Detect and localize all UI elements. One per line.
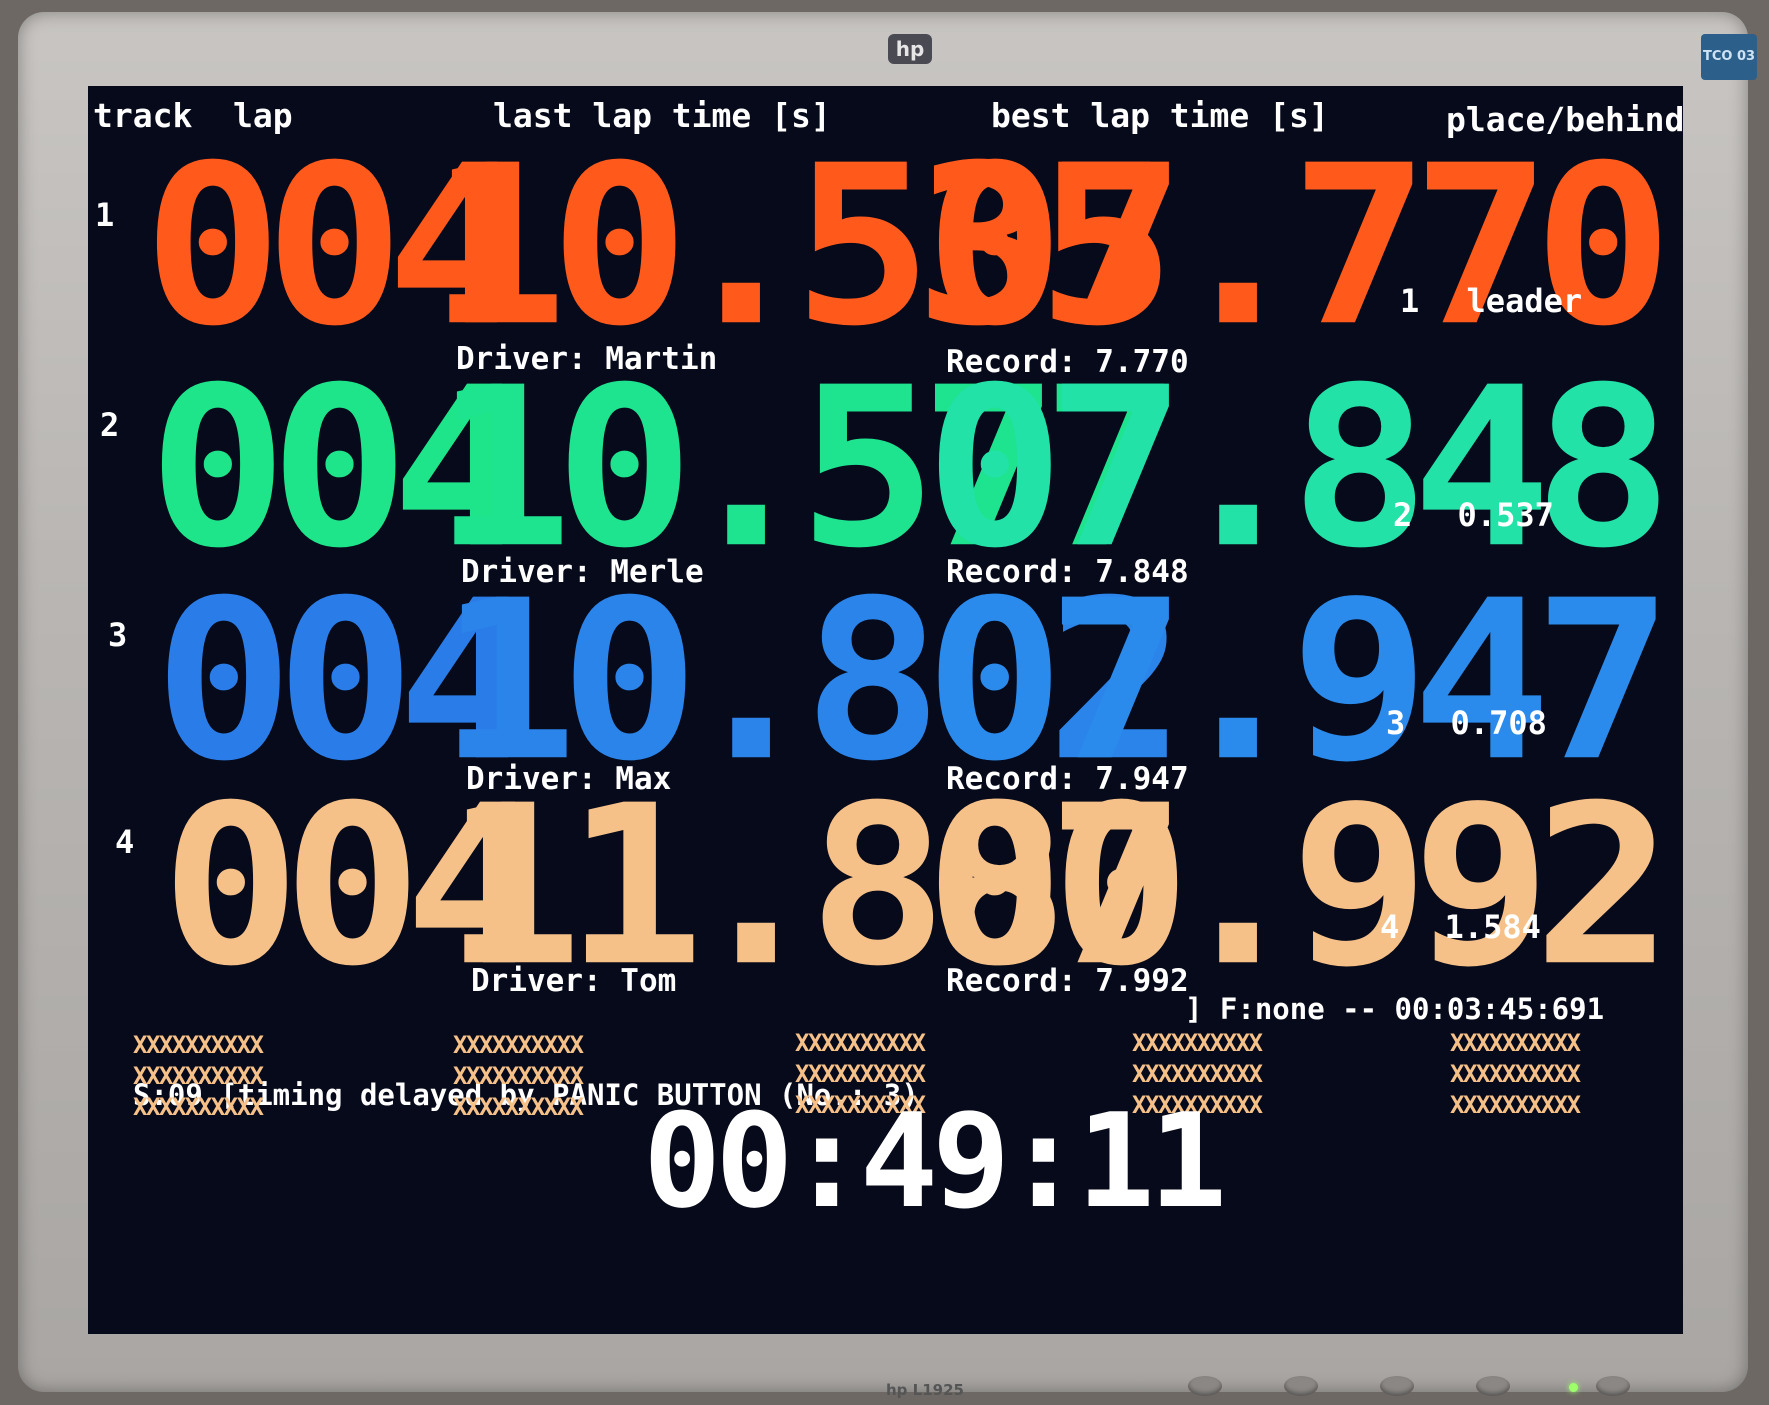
monitor-button-3[interactable] <box>1380 1376 1414 1396</box>
behind-value: 0.537 <box>1457 496 1554 534</box>
behind-value: leader <box>1466 282 1583 320</box>
place-number: 3 <box>1386 704 1406 742</box>
driver-label: Driver: Tom <box>471 963 677 999</box>
race-timing-screen: track lap last lap time [s] best lap tim… <box>88 86 1683 1334</box>
place-behind: 4 1.584 <box>1380 908 1541 946</box>
place-behind: 3 0.708 <box>1386 704 1547 742</box>
hp-logo: hp <box>888 34 932 64</box>
monitor-button-1[interactable] <box>1188 1376 1222 1396</box>
x-pattern-block: XXXXXXXXXX XXXXXXXXXX XXXXXXXXXX <box>133 1031 264 1121</box>
place-behind: 1 leader <box>1400 282 1582 320</box>
track-number: 3 <box>108 616 128 654</box>
power-button[interactable] <box>1596 1376 1630 1396</box>
place-number: 1 <box>1400 282 1420 320</box>
monitor-model: hp L1925 <box>886 1381 964 1399</box>
best-lap-time: 07.947 <box>925 553 1673 810</box>
behind-value: 1.584 <box>1444 908 1541 946</box>
track-number: 1 <box>95 196 115 234</box>
x-pattern-block: XXXXXXXXXX XXXXXXXXXX XXXXXXXXXX <box>1450 1029 1581 1119</box>
race-clock: 00:49:11 <box>643 1085 1227 1237</box>
place-number: 2 <box>1393 496 1413 534</box>
status-flags-timer: ] F:none -- 00:03:45:691 <box>1185 992 1605 1026</box>
best-lap-time: 07.992 <box>925 758 1673 1015</box>
behind-value: 0.708 <box>1450 704 1547 742</box>
x-pattern-block: XXXXXXXXXX XXXXXXXXXX XXXXXXXXXX <box>453 1031 584 1121</box>
place-behind: 2 0.537 <box>1393 496 1554 534</box>
record-label: Record: 7.992 <box>946 963 1189 999</box>
monitor-button-4[interactable] <box>1476 1376 1510 1396</box>
track-number: 4 <box>115 823 135 861</box>
tco-sticker: TCO 03 <box>1701 34 1757 80</box>
place-number: 4 <box>1380 908 1400 946</box>
track-number: 2 <box>100 406 120 444</box>
monitor-button-2[interactable] <box>1284 1376 1318 1396</box>
power-led-icon <box>1569 1383 1578 1392</box>
